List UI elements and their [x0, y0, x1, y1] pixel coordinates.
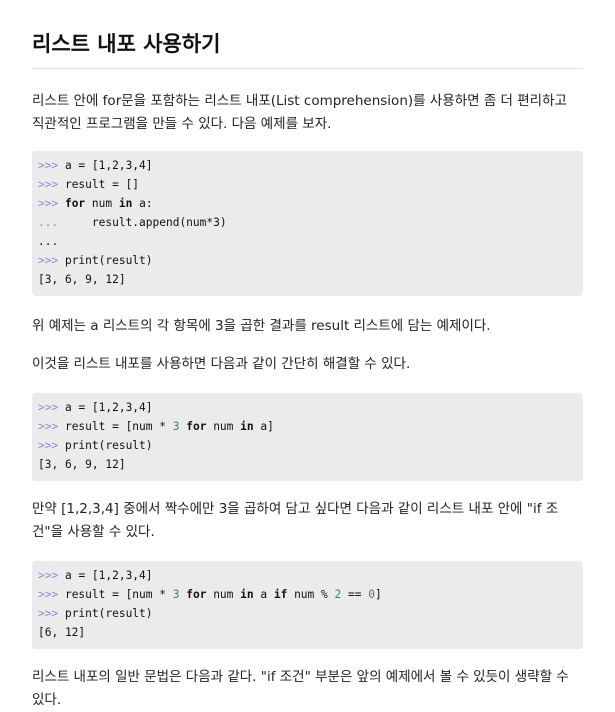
- code-text: a]: [253, 420, 274, 433]
- code-keyword: in: [240, 588, 254, 601]
- code-prompt: >>>: [38, 197, 65, 210]
- code-line: [3, 6, 9, 12]: [38, 455, 577, 474]
- code-text: result = []: [64, 178, 140, 191]
- code-text: print(result): [64, 254, 153, 267]
- code-text: a: [253, 588, 274, 601]
- code-line: >>> print(result): [38, 604, 577, 623]
- code-prompt: >>>: [38, 178, 65, 191]
- loop-explanation-paragraph: 위 예제는 a 리스트의 각 항목에 3을 곱한 결과를 result 리스트에…: [32, 318, 491, 334]
- code-text: a = [1,2,3,4]: [64, 401, 153, 414]
- code-block-if-example: >>> a = [1,2,3,4] >>> result = [num * 3 f…: [32, 561, 583, 649]
- code-text: a = [1,2,3,4]: [64, 569, 153, 582]
- code-text: result = [num *: [64, 588, 173, 601]
- code-line: >>> print(result): [38, 251, 577, 270]
- code-line: >>> a = [1,2,3,4]: [38, 566, 577, 585]
- code-prompt: >>>: [38, 159, 65, 172]
- code-line: >>> result = []: [38, 175, 577, 194]
- code-text: print(result): [64, 439, 153, 452]
- code-text: a:: [132, 197, 153, 210]
- code-text: num: [206, 420, 241, 433]
- code-keyword: for: [64, 197, 86, 210]
- intro-paragraph: 리스트 안에 for문을 포함하는 리스트 내포(List comprehens…: [32, 93, 567, 132]
- code-line: [6, 12]: [38, 623, 577, 642]
- page-title: 리스트 내포 사용하기: [32, 32, 221, 56]
- title-divider: [32, 68, 583, 69]
- code-block-comprehension-example: >>> a = [1,2,3,4] >>> result = [num * 3 f…: [32, 393, 583, 481]
- code-line: >>> for num in a:: [38, 194, 577, 213]
- code-text: result = [num *: [64, 420, 173, 433]
- code-prompt: >>>: [38, 588, 65, 601]
- code-text: ...: [38, 235, 59, 248]
- code-line: >>> a = [1,2,3,4]: [38, 156, 577, 175]
- code-text: [3, 6, 9, 12]: [38, 458, 126, 471]
- code-prompt: >>>: [38, 607, 65, 620]
- code-line: [3, 6, 9, 12]: [38, 270, 577, 289]
- code-text: ==: [341, 588, 369, 601]
- comprehension-intro-paragraph: 이것을 리스트 내포를 사용하면 다음과 같이 간단히 해결할 수 있다.: [32, 356, 411, 372]
- code-text: [3, 6, 9, 12]: [38, 273, 126, 286]
- code-text: num %: [287, 588, 335, 601]
- code-text: num: [206, 588, 241, 601]
- code-line: >>> print(result): [38, 436, 577, 455]
- code-prompt: >>>: [38, 254, 65, 267]
- code-text: print(result): [64, 607, 153, 620]
- code-prompt: >>>: [38, 569, 65, 582]
- code-prompt: >>>: [38, 439, 65, 452]
- code-keyword: in: [240, 420, 254, 433]
- code-prompt: ...: [38, 216, 92, 229]
- article: 리스트 내포 사용하기 리스트 안에 for문을 포함하는 리스트 내포(Lis…: [0, 0, 615, 712]
- code-text: ]: [374, 588, 382, 601]
- code-line: ...: [38, 232, 577, 251]
- code-prompt: >>>: [38, 401, 65, 414]
- code-line: >>> result = [num * 3 for num in a if nu…: [38, 585, 577, 604]
- code-text: num: [85, 197, 119, 210]
- code-line: ... result.append(num*3): [38, 213, 577, 232]
- code-block-loop-example: >>> a = [1,2,3,4] >>> result = [] >>> for …: [32, 151, 583, 296]
- code-text: result.append(num*3): [91, 216, 227, 229]
- syntax-paragraph: 리스트 내포의 일반 문법은 다음과 같다. "if 조건" 부분은 앞의 예제…: [32, 669, 569, 708]
- code-keyword: in: [118, 197, 133, 210]
- if-condition-paragraph: 만약 [1,2,3,4] 중에서 짝수에만 3을 곱하여 담고 싶다면 다음과 …: [32, 501, 559, 540]
- code-line: >>> result = [num * 3 for num in a]: [38, 417, 577, 436]
- code-keyword: if: [273, 588, 288, 601]
- code-keyword: for: [186, 588, 207, 601]
- code-text: [6, 12]: [38, 626, 86, 639]
- code-keyword: for: [186, 420, 207, 433]
- code-number: 0: [368, 588, 375, 601]
- code-line: >>> a = [1,2,3,4]: [38, 398, 577, 417]
- code-prompt: >>>: [38, 420, 65, 433]
- code-text: a = [1,2,3,4]: [64, 159, 153, 172]
